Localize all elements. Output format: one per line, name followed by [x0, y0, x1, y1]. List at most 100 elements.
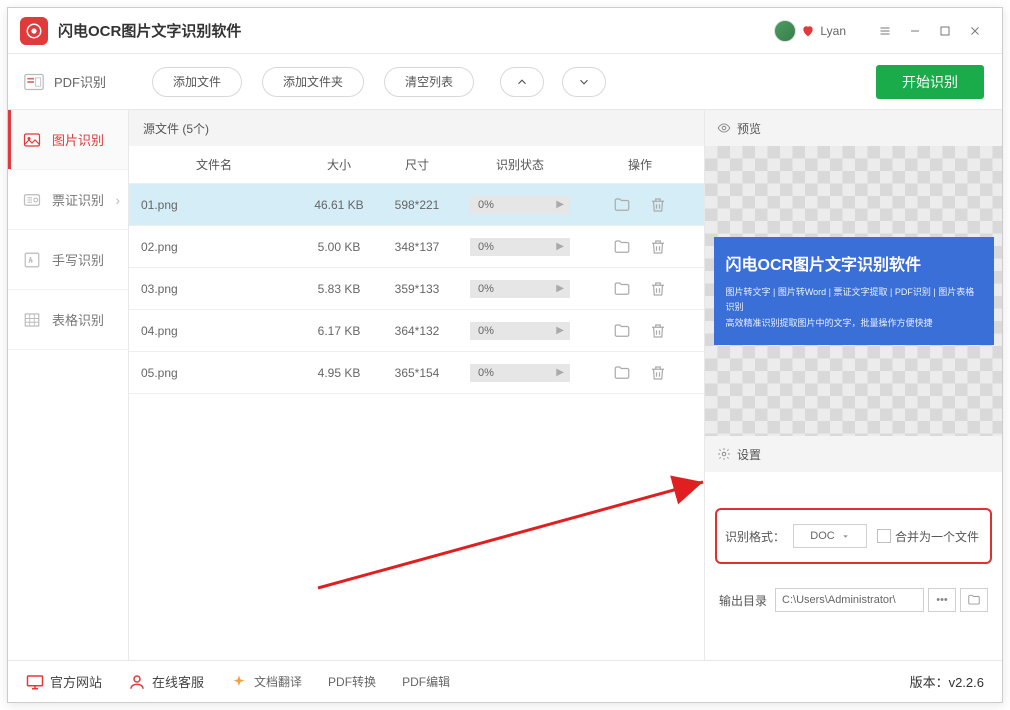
merge-label: 合并为一个文件 [895, 528, 979, 545]
username[interactable]: Lyan [820, 24, 846, 38]
cell-filename: 02.png [129, 240, 299, 254]
maximize-button[interactable] [930, 16, 960, 46]
support-link[interactable]: 在线客服 [128, 672, 204, 691]
cell-dim: 348*137 [379, 240, 455, 254]
preview-image: 闪电OCR图片文字识别软件 图片转文字 | 图片转Word | 票证文字提取 |… [705, 146, 1002, 436]
sidebar-item-handwriting[interactable]: 手写识别 [8, 230, 128, 290]
official-site-link[interactable]: 官方网站 [26, 672, 102, 691]
cell-size: 46.61 KB [299, 198, 379, 212]
outdir-field[interactable]: C:\Users\Administrator\ [775, 588, 924, 612]
play-icon: ▶ [556, 283, 564, 294]
open-folder-button[interactable] [611, 236, 633, 258]
table-row[interactable]: 02.png5.00 KB348*137 0%▶ [129, 226, 704, 268]
app-logo-icon [20, 17, 48, 45]
gear-icon [717, 447, 731, 461]
move-down-button[interactable] [562, 67, 606, 97]
play-icon: ▶ [556, 367, 564, 378]
col-status: 识别状态 [455, 156, 585, 173]
pdf-convert-link[interactable]: PDF转换 [328, 673, 376, 690]
progress-bar: 0%▶ [470, 238, 570, 256]
settings-header: 设置 [705, 436, 1002, 472]
more-button[interactable]: ••• [928, 588, 956, 612]
titlebar: 闪电OCR图片文字识别软件 Lyan [8, 8, 1002, 54]
format-select[interactable]: DOC [793, 524, 867, 548]
banner-line: 高效精准识别提取图片中的文字，批量操作方便快捷 [726, 316, 982, 331]
minimize-button[interactable] [900, 16, 930, 46]
sidebar-item-label: 票证识别 [52, 190, 104, 209]
sidebar-item-label: 表格识别 [52, 310, 104, 329]
table-icon [22, 310, 42, 330]
open-folder-button[interactable] [611, 194, 633, 216]
outdir-row: 输出目录 C:\Users\Administrator\ ••• [719, 588, 988, 612]
clear-list-button[interactable]: 清空列表 [384, 67, 474, 97]
source-files-header: 源文件 (5个) [129, 110, 704, 146]
add-folder-button[interactable]: 添加文件夹 [262, 67, 364, 97]
toolbar: PDF识别 添加文件 添加文件夹 清空列表 开始识别 [8, 54, 1002, 110]
chevron-down-icon [841, 532, 850, 541]
cell-size: 5.00 KB [299, 240, 379, 254]
image-icon [22, 130, 42, 150]
sidebar-item-table[interactable]: 表格识别 [8, 290, 128, 350]
delete-button[interactable] [647, 278, 669, 300]
cell-dim: 365*154 [379, 366, 455, 380]
preview-header: 预览 [705, 110, 1002, 146]
table-row[interactable]: 03.png5.83 KB359*1330%▶ [129, 268, 704, 310]
table-row[interactable]: 01.png46.61 KB598*221 0%▶ [129, 184, 704, 226]
pdf-icon [24, 73, 44, 91]
doc-translate-link[interactable]: 文档翻译 [230, 673, 302, 691]
file-table: 文件名 大小 尺寸 识别状态 操作 01.png46.61 KB598*2210… [129, 146, 704, 394]
progress-bar: 0%▶ [470, 196, 570, 214]
handwriting-icon [22, 250, 42, 270]
version-label: 版本：v2.2.6 [910, 672, 984, 691]
pdf-tab-label[interactable]: PDF识别 [54, 72, 106, 91]
pdf-edit-link[interactable]: PDF编辑 [402, 673, 450, 690]
format-label: 识别格式： [725, 528, 785, 545]
settings-label: 设置 [737, 446, 761, 463]
open-folder-button[interactable] [611, 362, 633, 384]
cell-size: 4.95 KB [299, 366, 379, 380]
play-icon: ▶ [556, 241, 564, 252]
delete-button[interactable] [647, 194, 669, 216]
col-dimensions: 尺寸 [379, 156, 455, 173]
menu-button[interactable] [870, 16, 900, 46]
cell-filename: 01.png [129, 198, 299, 212]
banner-line: 图片转文字 | 图片转Word | 票证文字提取 | PDF识别 | 图片表格识… [726, 285, 982, 316]
cell-size: 5.83 KB [299, 282, 379, 296]
ticket-icon [22, 190, 42, 210]
progress-bar: 0%▶ [470, 364, 570, 382]
table-row[interactable]: 05.png4.95 KB365*1540%▶ [129, 352, 704, 394]
move-up-button[interactable] [500, 67, 544, 97]
chevron-right-icon: › [115, 192, 120, 208]
progress-bar: 0%▶ [470, 280, 570, 298]
user-avatar[interactable] [774, 20, 796, 42]
delete-button[interactable] [647, 362, 669, 384]
sidebar-item-label: 图片识别 [52, 130, 104, 149]
preview-label: 预览 [737, 120, 761, 137]
app-title: 闪电OCR图片文字识别软件 [58, 20, 241, 41]
sidebar-item-ticket[interactable]: 票证识别 › [8, 170, 128, 230]
delete-button[interactable] [647, 320, 669, 342]
open-folder-button[interactable] [960, 588, 988, 612]
add-file-button[interactable]: 添加文件 [152, 67, 242, 97]
start-recognition-button[interactable]: 开始识别 [876, 65, 984, 99]
format-setting-row: 识别格式： DOC 合并为一个文件 [715, 508, 992, 564]
play-icon: ▶ [556, 199, 564, 210]
support-icon [128, 673, 146, 691]
sidebar-item-image[interactable]: 图片识别 [8, 110, 128, 170]
open-folder-button[interactable] [611, 278, 633, 300]
cell-size: 6.17 KB [299, 324, 379, 338]
col-filename: 文件名 [129, 156, 299, 173]
merge-checkbox[interactable] [877, 529, 891, 543]
table-row[interactable]: 04.png6.17 KB364*132 0%▶ [129, 310, 704, 352]
delete-button[interactable] [647, 236, 669, 258]
play-icon: ▶ [556, 325, 564, 336]
close-button[interactable] [960, 16, 990, 46]
open-folder-button[interactable] [611, 320, 633, 342]
cell-dim: 598*221 [379, 198, 455, 212]
monitor-icon [26, 673, 44, 691]
progress-bar: 0%▶ [470, 322, 570, 340]
cell-filename: 04.png [129, 324, 299, 338]
cell-dim: 364*132 [379, 324, 455, 338]
vip-icon [800, 23, 816, 39]
banner-title: 闪电OCR图片文字识别软件 [726, 251, 982, 275]
